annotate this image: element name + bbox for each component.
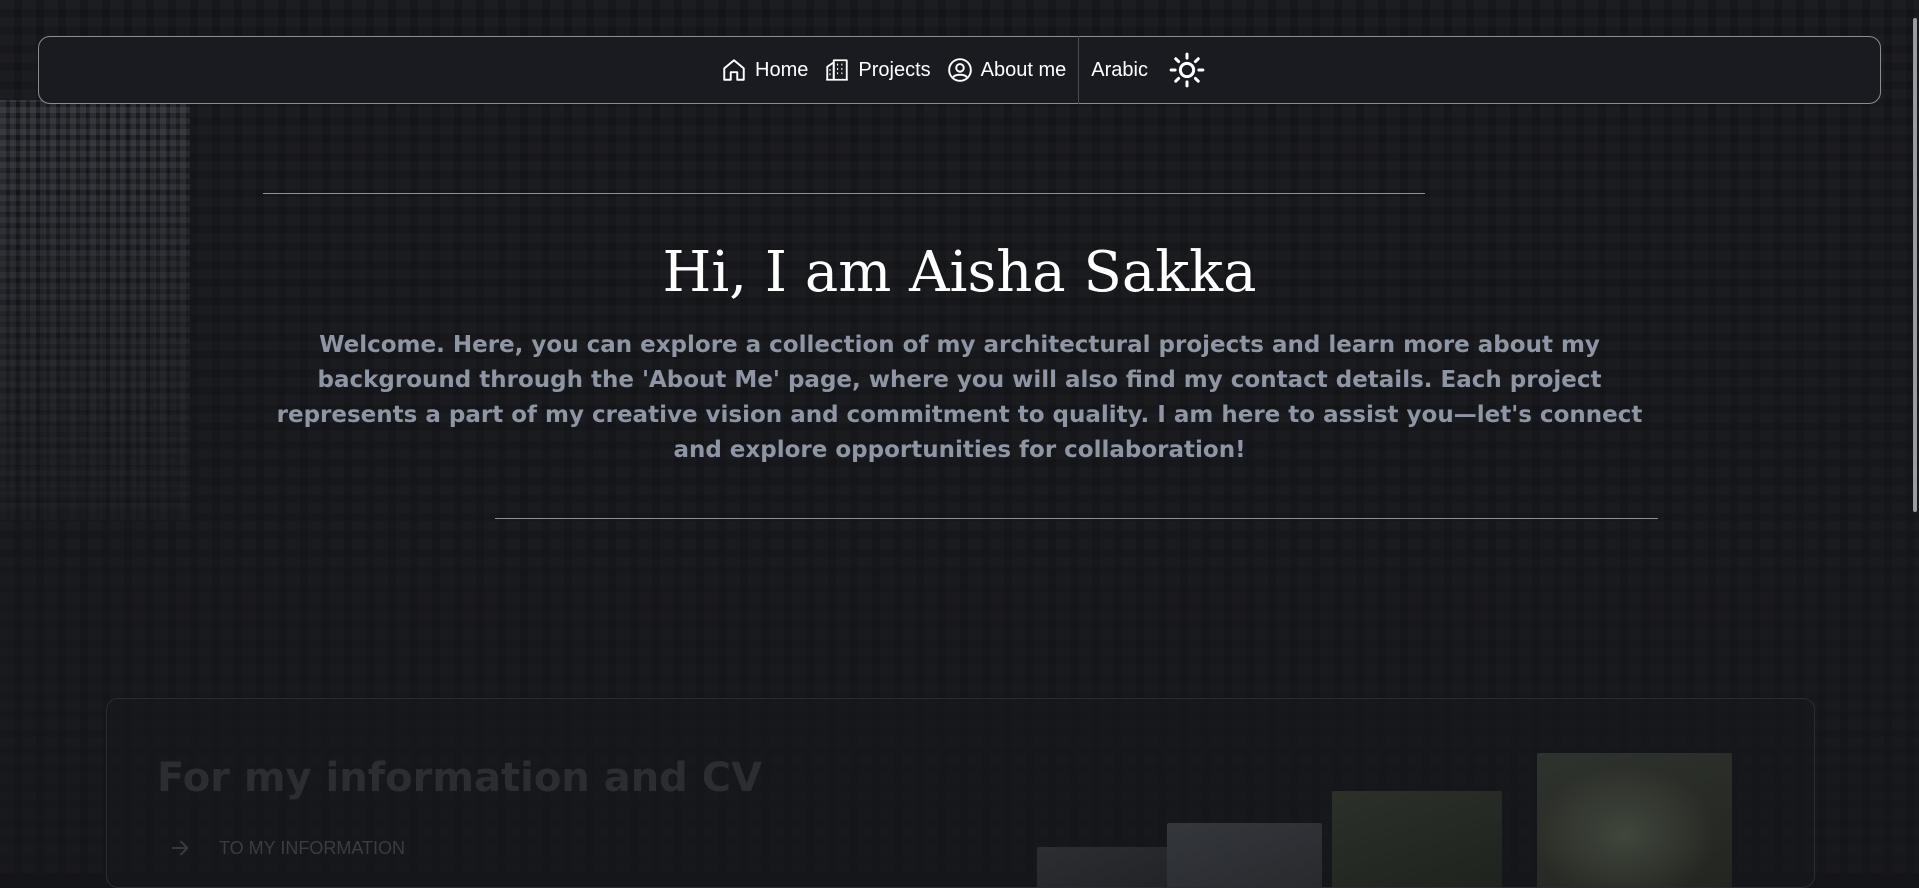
home-icon <box>723 59 745 81</box>
project-thumbnail <box>1332 791 1502 887</box>
theme-toggle-button[interactable] <box>1168 51 1206 89</box>
nav-home-label: Home <box>755 58 809 81</box>
buildings-icon <box>826 59 849 81</box>
page-scrollbar[interactable] <box>1913 18 1917 512</box>
project-thumbnail <box>1167 823 1322 887</box>
nav-projects-link[interactable]: Projects <box>816 57 938 83</box>
card-link-label: TO MY INFORMATION <box>219 837 406 858</box>
card-title: For my information and CV <box>157 755 763 801</box>
hero-divider-bottom <box>495 518 1658 519</box>
nav-divider <box>1078 36 1080 104</box>
info-cv-card: For my information and CV TO MY INFORMAT… <box>106 698 1815 888</box>
nav-about-label: About me <box>980 58 1067 81</box>
nav-projects-label: Projects <box>858 58 931 81</box>
hero-description: Welcome. Here, you can explore a collect… <box>276 332 1643 463</box>
nav-about-link[interactable]: About me <box>939 57 1075 83</box>
nav-home-link[interactable]: Home <box>713 57 816 83</box>
user-circle-icon <box>947 58 972 82</box>
language-label: Arabic <box>1091 58 1148 81</box>
arrow-right-icon <box>171 840 189 856</box>
sun-icon <box>1169 52 1205 88</box>
language-toggle[interactable]: Arabic <box>1083 59 1156 82</box>
project-thumbnail <box>1037 847 1187 887</box>
to-my-information-link[interactable]: TO MY INFORMATION <box>169 837 405 859</box>
project-thumbnail <box>1537 753 1732 887</box>
top-navbar: Home Projects About me Arabic <box>38 36 1881 104</box>
hero-divider-top <box>263 193 1425 194</box>
hero-title: Hi, I am Aisha Sakka <box>662 240 1257 305</box>
